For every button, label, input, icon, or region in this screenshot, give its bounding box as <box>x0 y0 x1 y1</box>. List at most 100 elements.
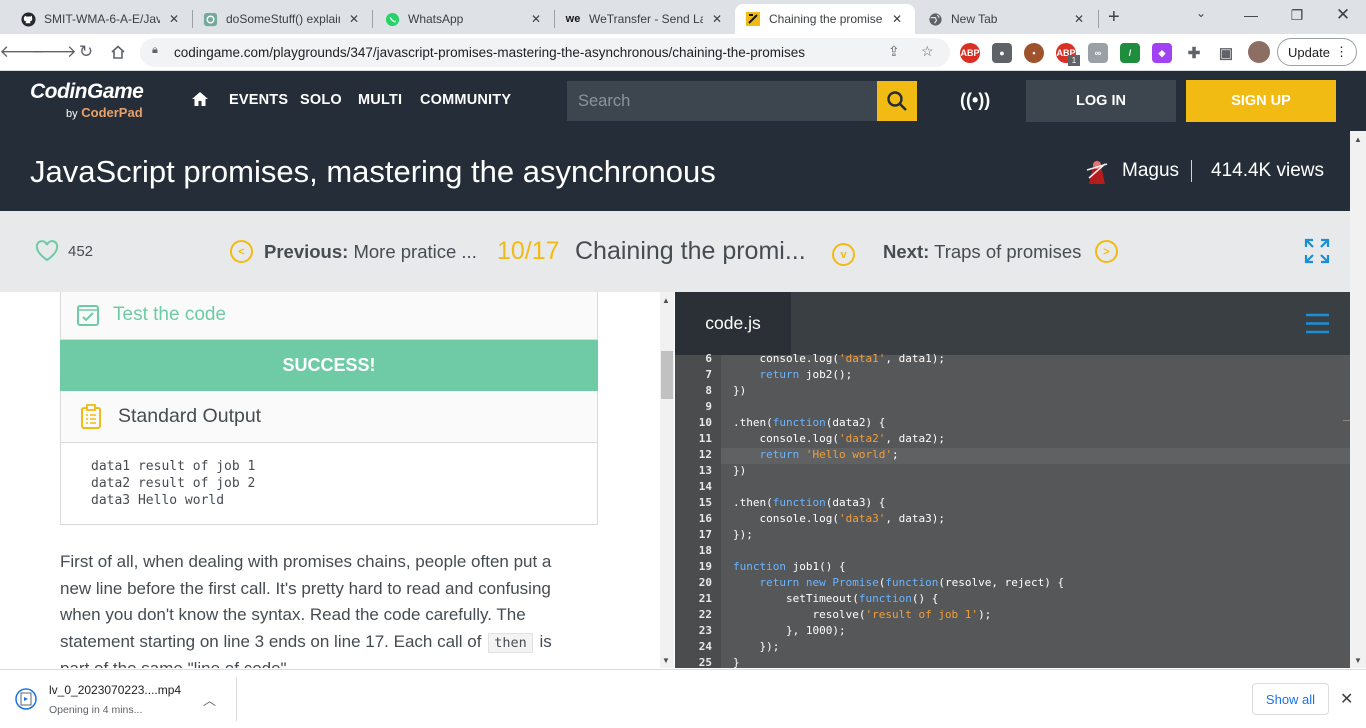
close-icon[interactable]: ✕ <box>709 12 725 26</box>
minimize-icon[interactable]: — <box>1228 0 1274 30</box>
tab-search-chevron-icon[interactable]: ⌄ <box>1196 6 1206 20</box>
codingame-logo[interactable]: CodinGame <box>30 80 144 104</box>
puzzle-extensions-icon[interactable]: ✚ <box>1184 43 1204 63</box>
kebab-menu-icon: ⋮ <box>1335 44 1348 59</box>
line-number: 9 <box>705 400 712 413</box>
next-lesson-link[interactable]: Next: Traps of promises <box>883 241 1081 263</box>
reload-icon[interactable]: ↻ <box>72 38 100 66</box>
cookie-extension-icon[interactable]: • <box>1024 43 1044 63</box>
checkbox-icon <box>76 303 100 332</box>
login-button[interactable]: LOG IN <box>1026 80 1176 122</box>
success-banner: SUCCESS! <box>60 340 598 391</box>
search-input[interactable]: Search <box>567 81 877 121</box>
close-icon[interactable]: ✕ <box>1071 12 1087 26</box>
scroll-up-arrow-icon[interactable]: ▲ <box>662 296 670 305</box>
scroll-up-arrow-icon[interactable]: ▲ <box>1354 135 1362 144</box>
line-number: 23 <box>698 624 712 637</box>
chevron-up-icon[interactable]: ︿ <box>203 690 216 709</box>
show-all-downloads-button[interactable]: Show all <box>1252 683 1329 715</box>
paragraph-line: part of the same "line of code". <box>60 659 291 668</box>
code-token: Promise <box>832 576 879 589</box>
share-icon[interactable]: ⇪ <box>888 43 900 60</box>
nav-community[interactable]: COMMUNITY <box>420 92 511 108</box>
home-icon[interactable] <box>191 90 209 113</box>
browser-tab[interactable]: WhatsApp ✕ <box>374 4 554 34</box>
test-the-code-button[interactable]: Test the code <box>113 304 226 326</box>
tab-title: WhatsApp <box>408 12 464 26</box>
author-avatar[interactable] <box>1083 156 1111 186</box>
output-line: data3 Hello world <box>91 493 225 508</box>
code-token: 'data2' <box>838 432 886 445</box>
standard-output-label: Standard Output <box>118 405 262 427</box>
code-line: function job1() { <box>733 560 846 576</box>
nav-multi[interactable]: MULTI <box>358 92 402 108</box>
next-label: Next: <box>883 241 930 262</box>
restore-icon[interactable]: ❐ <box>1274 0 1320 30</box>
chatgpt-icon <box>202 11 218 27</box>
line-number: 11 <box>698 432 712 445</box>
download-filename[interactable]: lv_0_2023070223....mp4 <box>49 683 181 697</box>
live-broadcast-icon[interactable]: ((•)) <box>960 90 990 111</box>
heart-icon[interactable] <box>35 240 59 267</box>
tab-title: New Tab <box>951 12 998 26</box>
signup-button[interactable]: SIGN UP <box>1186 80 1336 122</box>
hamburger-menu-icon[interactable] <box>1305 313 1330 334</box>
page-scrollbar[interactable] <box>1350 131 1366 668</box>
bookmark-star-icon[interactable]: ☆ <box>921 43 934 60</box>
window-close-icon[interactable]: ✕ <box>1320 0 1366 30</box>
scroll-down-arrow-icon[interactable]: ▼ <box>1354 656 1362 665</box>
code-line: console.log('data1', data1); <box>733 352 945 368</box>
sidepanel-icon[interactable]: ▣ <box>1216 43 1236 63</box>
robot-extension-icon[interactable]: ● <box>992 43 1012 63</box>
adblock-extension-icon[interactable]: ABP <box>960 43 980 63</box>
download-status: Opening in 4 mins... <box>49 704 143 716</box>
editor-file-tab[interactable]: code.js <box>675 292 791 355</box>
paragraph-line: statement starting on line 3 ends on lin… <box>60 632 552 653</box>
chevron-down-icon[interactable]: v <box>832 243 855 266</box>
chevron-left-icon[interactable]: < <box>230 240 253 263</box>
codingame-icon <box>745 11 761 27</box>
browser-tab-active[interactable]: Chaining the promises ✕ <box>735 4 915 34</box>
line-number: 6 <box>705 352 712 365</box>
browser-update-button[interactable]: Update ⋮ <box>1277 38 1357 66</box>
close-icon[interactable]: ✕ <box>166 12 182 26</box>
code-token: .then( <box>733 496 773 509</box>
close-icon[interactable]: ✕ <box>889 12 905 26</box>
lesson-progress: 10/17 <box>497 237 560 265</box>
code-token: new <box>805 576 826 589</box>
line-number: 20 <box>698 576 712 589</box>
bike-extension-icon[interactable]: ∞ <box>1088 43 1108 63</box>
address-bar[interactable]: 🔒︎ codingame.com/playgrounds/347/javascr… <box>140 38 950 67</box>
author-name[interactable]: Magus <box>1122 160 1179 182</box>
code-line: }) <box>733 384 746 400</box>
forward-arrow-icon[interactable]: 🡒 <box>31 38 77 66</box>
fullscreen-icon[interactable] <box>1303 237 1331 265</box>
browser-tab[interactable]: we WeTransfer - Send Lar ✕ <box>555 4 735 34</box>
new-tab-icon[interactable]: + <box>1108 6 1120 29</box>
picker-extension-icon[interactable]: / <box>1120 43 1140 63</box>
close-icon[interactable]: ✕ <box>1340 689 1353 709</box>
profile-avatar[interactable] <box>1248 41 1270 63</box>
nav-events[interactable]: EVENTS <box>229 92 288 108</box>
browser-tab[interactable]: SMIT-WMA-6-A-E/Jav ✕ <box>10 4 192 34</box>
browser-tab[interactable]: New Tab ✕ <box>917 4 1097 34</box>
content-scrollbar-thumb[interactable] <box>661 351 673 399</box>
code-token: function <box>772 496 826 509</box>
search-icon[interactable] <box>877 81 917 121</box>
home-icon[interactable] <box>104 38 132 66</box>
nav-solo[interactable]: SOLO <box>300 92 342 108</box>
close-icon[interactable]: ✕ <box>528 12 544 26</box>
browser-tab[interactable]: doSomeStuff() explain ✕ <box>192 4 372 34</box>
paragraph-line: First of all, when dealing with promises… <box>60 552 552 571</box>
design-extension-icon[interactable]: ◆ <box>1152 43 1172 63</box>
chevron-right-icon[interactable]: > <box>1095 240 1118 263</box>
close-icon[interactable]: ✕ <box>346 12 362 26</box>
previous-lesson-link[interactable]: Previous: More pratice ... <box>264 241 477 263</box>
content-scrollbar[interactable] <box>660 292 674 668</box>
scroll-down-arrow-icon[interactable]: ▼ <box>662 656 670 665</box>
line-number: 15 <box>698 496 712 509</box>
